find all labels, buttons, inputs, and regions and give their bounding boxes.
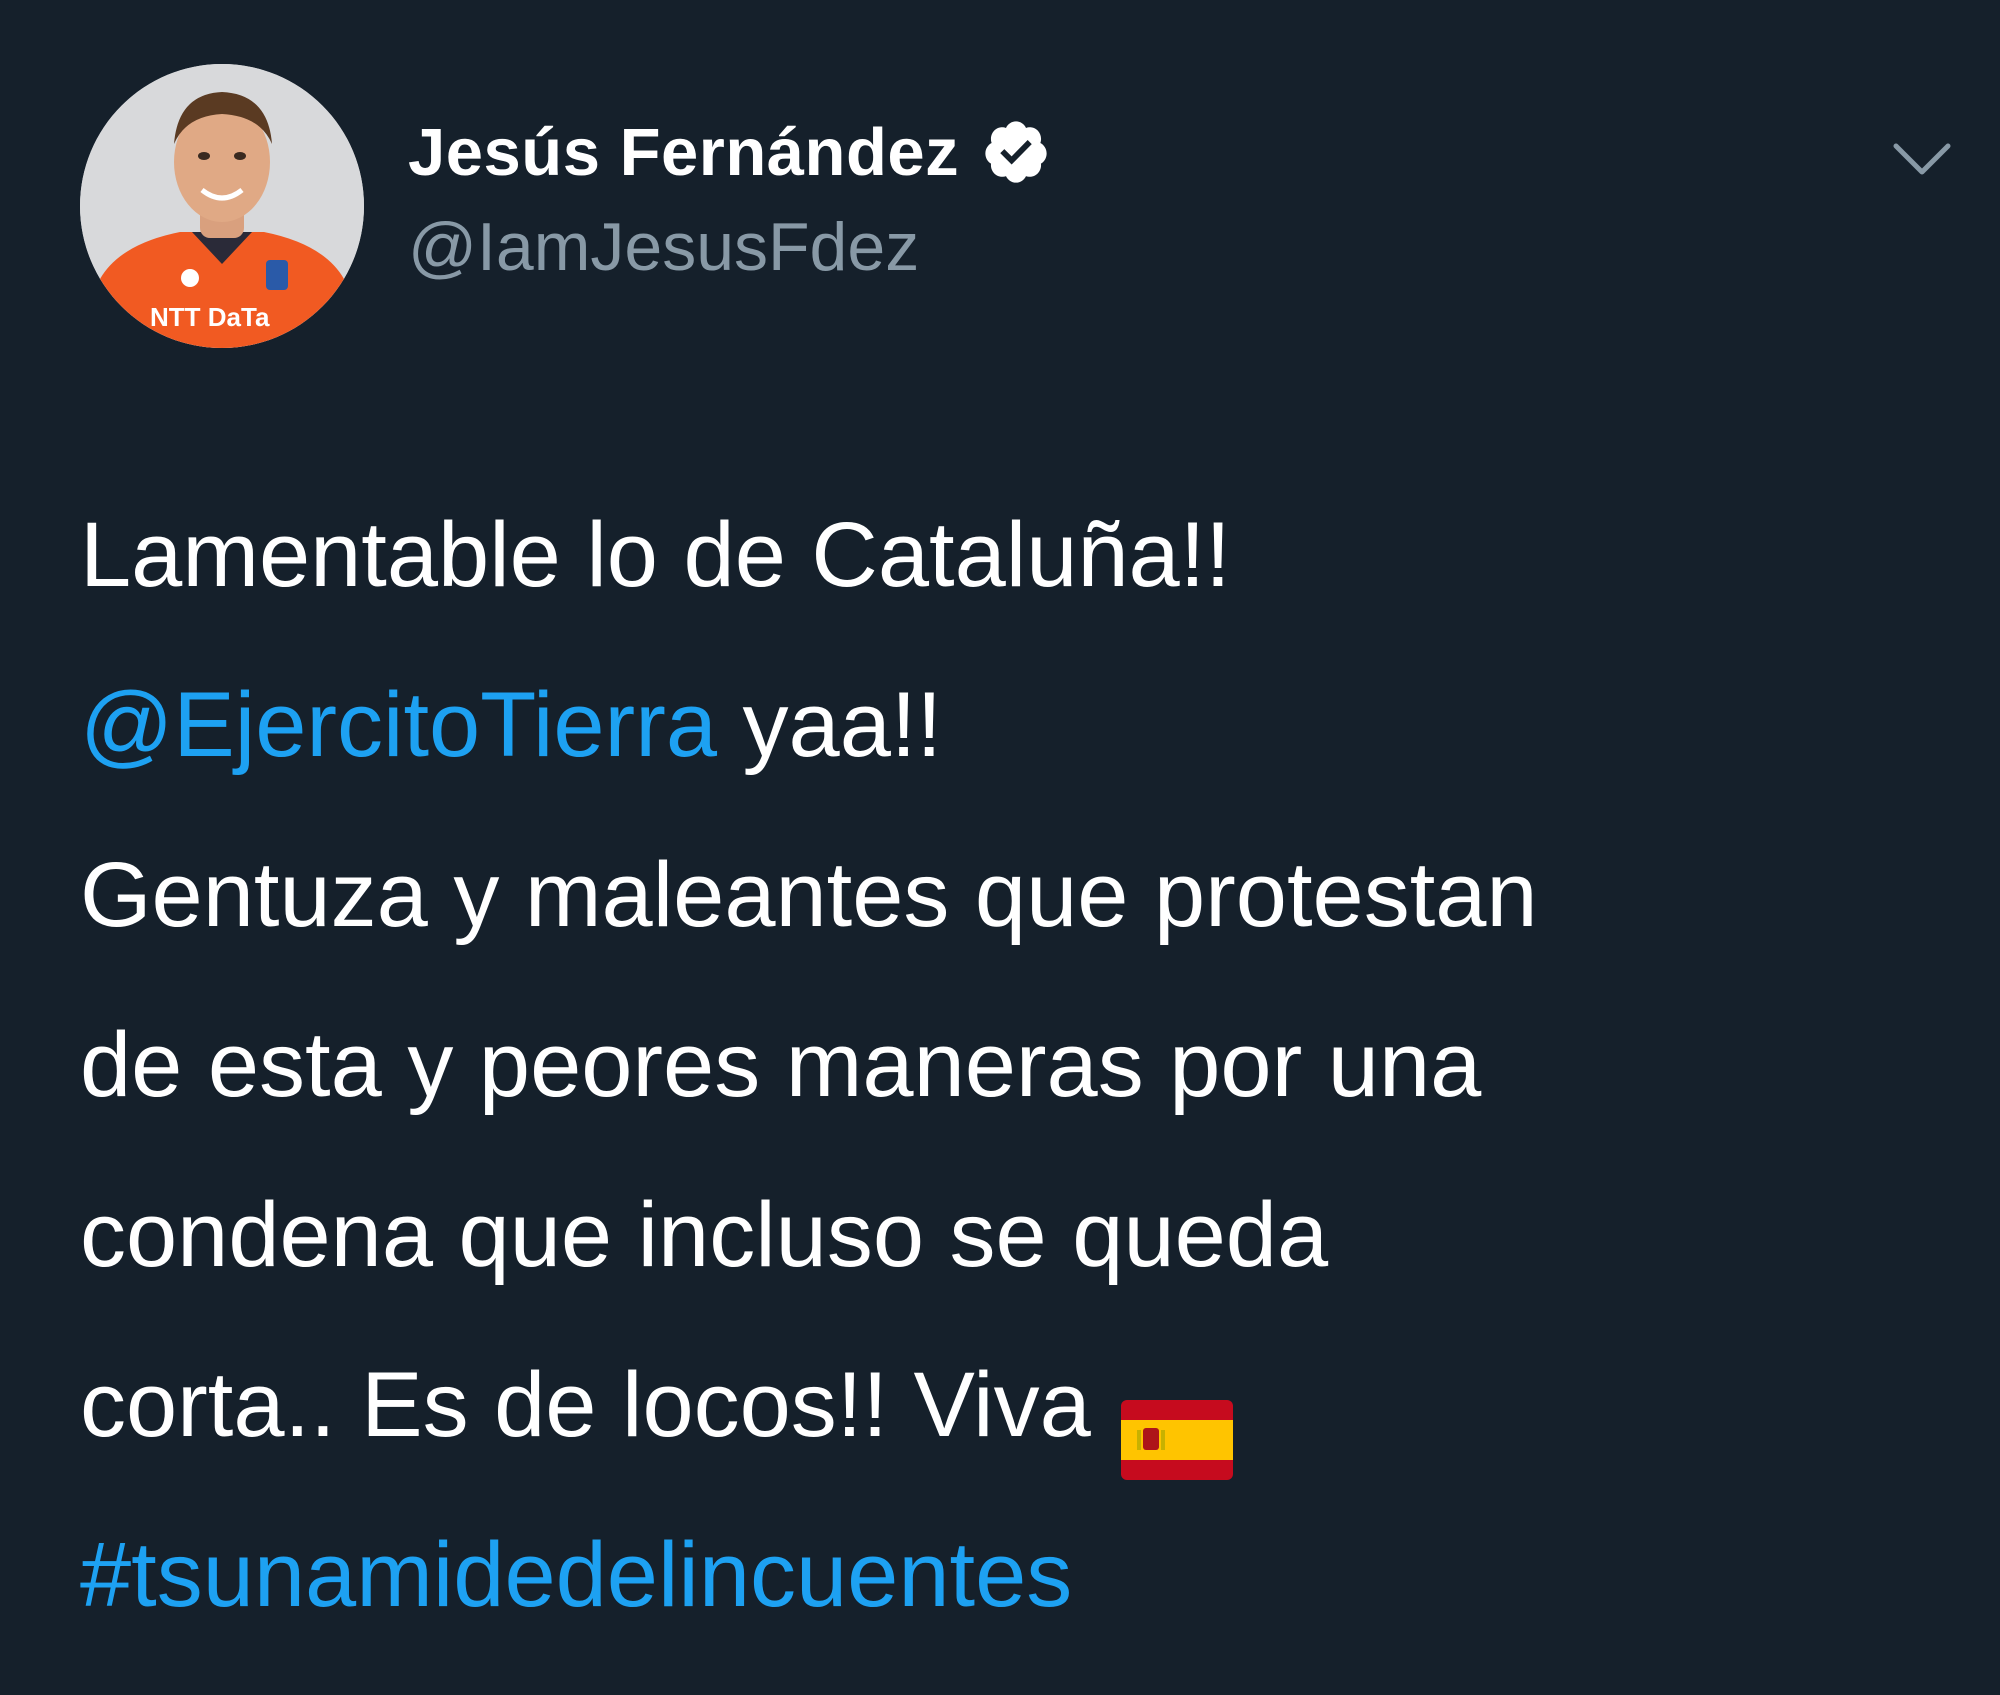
tweet-card[interactable]: NTT DaTa Jesús Fernández @IamJesusFdez L… [0, 0, 2000, 1695]
avatar[interactable]: NTT DaTa [80, 64, 364, 348]
spain-flag-icon [1120, 1364, 1233, 1480]
name-row: Jesús Fernández [408, 110, 1051, 194]
tweet-line-2: @EjercitoTierra yaa!! [80, 640, 1940, 810]
avatar-photo: NTT DaTa [80, 64, 364, 348]
hashtag-link[interactable]: #tsunamidedelincuentes [80, 1524, 1072, 1626]
author-block[interactable]: Jesús Fernández @IamJesusFdez [408, 110, 1051, 286]
tweet-line-1: Lamentable lo de Cataluña!! [80, 504, 1231, 606]
tweet-text: Lamentable lo de Cataluña!! @EjercitoTie… [80, 470, 1940, 1660]
verified-badge-icon [981, 117, 1051, 187]
mention-link[interactable]: @EjercitoTierra [80, 674, 717, 776]
user-handle[interactable]: @IamJesusFdez [408, 208, 1051, 286]
tweet-line-5: condena que incluso se queda [80, 1184, 1329, 1286]
tweet-line-6-text: corta.. Es de locos!! Viva [80, 1354, 1091, 1456]
chevron-down-icon[interactable] [1890, 138, 1954, 182]
avatar-brand-text: NTT DaTa [150, 302, 270, 332]
tweet-line-3: Gentuza y maleantes que protestan [80, 844, 1538, 946]
display-name[interactable]: Jesús Fernández [408, 114, 959, 191]
tweet-line-2-rest: yaa!! [717, 674, 943, 776]
tweet-line-4: de esta y peores maneras por una [80, 1014, 1482, 1116]
tweet-line-7: #tsunamidedelincuentes [80, 1490, 1940, 1660]
tweet-line-6: corta.. Es de locos!! Viva [80, 1320, 1940, 1490]
